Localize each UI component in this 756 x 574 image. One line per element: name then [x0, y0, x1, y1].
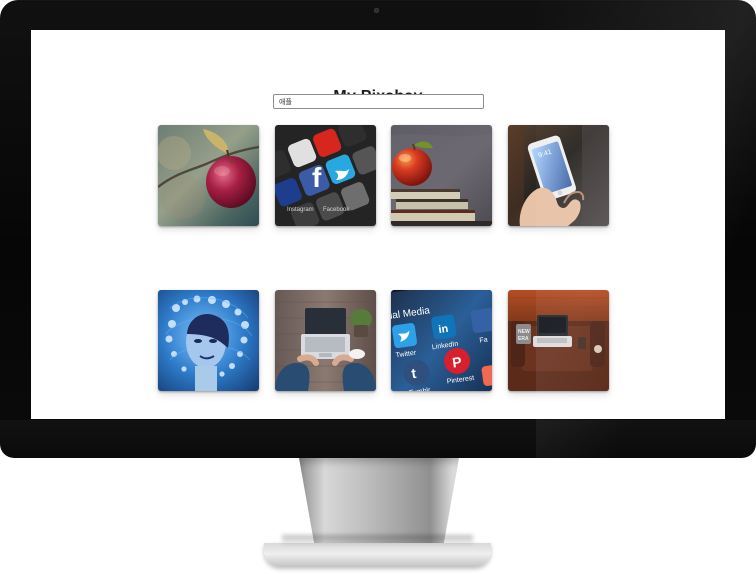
gallery-image-apple-branch[interactable] — [158, 125, 259, 226]
app-screen: My Pixabay — [31, 30, 725, 419]
svg-text:Fa: Fa — [479, 337, 488, 345]
svg-text:in: in — [438, 323, 450, 336]
laptop-desk-image — [275, 290, 376, 391]
svg-text:Instagram: Instagram — [287, 207, 314, 213]
gallery-image-phone[interactable]: 9:41 — [508, 125, 609, 226]
svg-text:Facebook: Facebook — [323, 207, 350, 213]
gallery-image-laptop-desk[interactable] — [275, 290, 376, 391]
laptop-couch-image: NEW ERA — [508, 290, 609, 391]
desktop-monitor-mockup: My Pixabay — [0, 0, 756, 574]
gallery-image-social-woman[interactable] — [158, 290, 259, 391]
social-woman-image — [158, 290, 259, 391]
monitor-frame: My Pixabay — [0, 0, 756, 458]
svg-text:NEW: NEW — [518, 329, 530, 335]
social-icons-image: f Instagram Facebook — [275, 125, 376, 226]
webcam-icon — [374, 8, 379, 13]
phone-image: 9:41 — [508, 125, 609, 226]
gallery-image-apple-books[interactable] — [391, 125, 492, 226]
gallery-image-social-screen[interactable]: cial Media in Twitter LinkedIn Fa t P Pi… — [391, 290, 492, 391]
apple-books-image — [391, 125, 492, 226]
monitor-bottom-highlight — [0, 420, 756, 458]
apple-image — [158, 125, 259, 226]
svg-text:f: f — [312, 162, 322, 193]
social-screen-image: cial Media in Twitter LinkedIn Fa t P Pi… — [391, 290, 492, 391]
gallery-image-social-icons[interactable]: f Instagram Facebook — [275, 125, 376, 226]
svg-text:ERA: ERA — [518, 336, 529, 342]
monitor-stand-base — [264, 543, 491, 567]
search-input[interactable] — [273, 94, 484, 109]
gallery-image-laptop-couch[interactable]: NEW ERA — [508, 290, 609, 391]
